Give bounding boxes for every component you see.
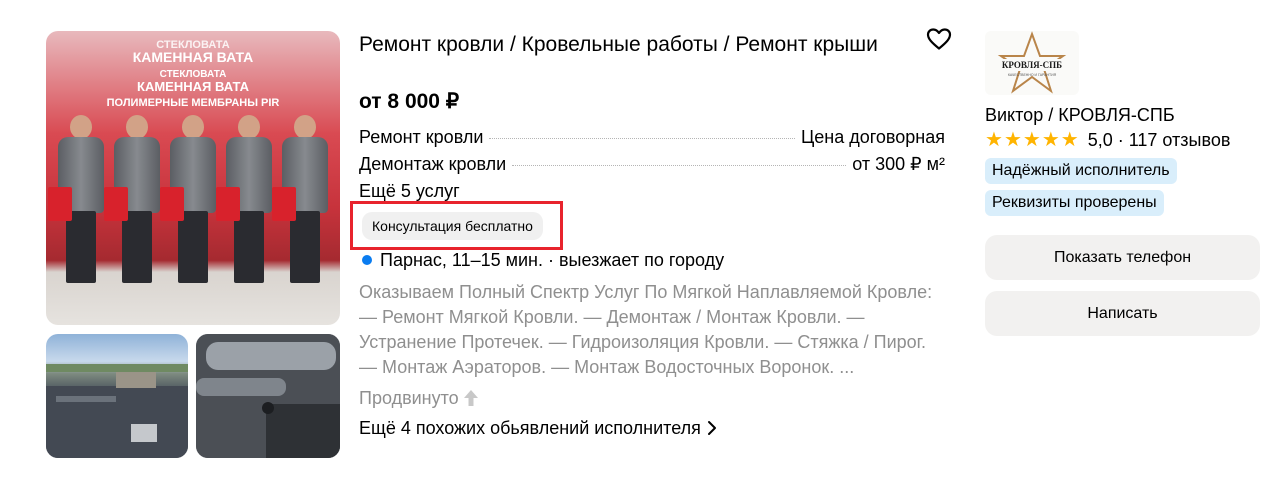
seller-logo[interactable]: КРОВЛЯ-СПБ КАЧЕСТВЕННО И ГАРАНТИЯ xyxy=(985,31,1079,95)
more-services-link[interactable]: Ещё 5 услуг xyxy=(359,179,460,203)
person-figure xyxy=(160,115,216,285)
seller-rating[interactable]: ★ ★ ★ ★ ★ 5,0 · 117 отзывов xyxy=(985,128,1230,152)
reliable-badge: Надёжный исполнитель xyxy=(985,158,1177,184)
star-icon: ★ xyxy=(1003,129,1022,151)
roof-photo-illustration xyxy=(46,364,188,458)
service-price: от 300 ₽ м² xyxy=(852,154,945,174)
thumbnail-photo[interactable] xyxy=(196,334,340,458)
star-icon: ★ xyxy=(985,129,1003,151)
listing-description: Оказываем Полный Спектр Услуг По Мягкой … xyxy=(359,282,933,377)
rating-stars: ★ ★ ★ ★ ★ xyxy=(985,130,1080,150)
write-button[interactable]: Написать xyxy=(985,291,1260,336)
dotted-leader xyxy=(489,138,795,139)
thumbnail-photo[interactable] xyxy=(46,334,188,458)
listing-title[interactable]: Ремонт кровли / Кровельные работы / Ремо… xyxy=(359,31,899,59)
location: Парнас, 11–15 мин. · выезжает по городу xyxy=(362,248,724,272)
service-row: Демонтаж кровли от 300 ₽ м² xyxy=(359,152,945,176)
person-figure xyxy=(272,115,328,285)
heart-icon[interactable] xyxy=(926,27,952,51)
rating-value: 5,0 xyxy=(1087,130,1113,150)
similar-listings-link[interactable]: Ещё 4 похожих обьявлений исполнителя xyxy=(359,416,717,440)
banner-text: КАМЕННАЯ ВАТА xyxy=(137,79,249,94)
dotted-leader xyxy=(512,165,847,166)
service-name: Демонтаж кровли xyxy=(359,154,507,174)
location-dot-icon xyxy=(362,255,372,265)
listing-price: от 8 000 ₽ xyxy=(359,90,460,113)
consultation-badge: Консультация бесплатно xyxy=(362,212,543,240)
show-phone-button[interactable]: Показать телефон xyxy=(985,235,1260,280)
star-icon: ★ xyxy=(1022,129,1041,151)
banner-text: КАМЕННАЯ ВАТА xyxy=(132,49,254,65)
person-figure xyxy=(104,115,160,285)
main-photo[interactable]: СТЕКЛОВАТА КАМЕННАЯ ВАТА СТЕКЛОВАТА КАМЕ… xyxy=(46,31,340,325)
logo-subtext: КАЧЕСТВЕННО И ГАРАНТИЯ xyxy=(1008,73,1057,77)
star-icon: ★ xyxy=(1060,129,1079,151)
reviews-count: · 117 отзывов xyxy=(1117,130,1231,150)
arrow-up-icon xyxy=(463,390,478,406)
banner-text: ПОЛИМЕРНЫЕ МЕМБРАНЫ PIR xyxy=(106,97,280,109)
star-logo-icon: КРОВЛЯ-СПБ КАЧЕСТВЕННО И ГАРАНТИЯ xyxy=(997,31,1067,94)
service-name: Ремонт кровли xyxy=(359,127,484,147)
similar-listings-text: Ещё 4 похожих обьявлений исполнителя xyxy=(359,418,701,438)
service-row: Ремонт кровли Цена договорная xyxy=(359,125,945,149)
verified-badge: Реквизиты проверены xyxy=(985,190,1164,216)
person-figure xyxy=(216,115,272,285)
promoted-text: Продвинуто xyxy=(359,388,459,408)
star-icon: ★ xyxy=(1041,129,1060,151)
seller-name[interactable]: Виктор / КРОВЛЯ-СПБ xyxy=(985,103,1175,127)
logo-text: КРОВЛЯ-СПБ xyxy=(1002,60,1062,70)
promoted-label: Продвинуто xyxy=(359,386,479,410)
service-price: Цена договорная xyxy=(800,127,945,147)
pipes-photo-illustration xyxy=(196,334,340,458)
location-text: Парнас, 11–15 мин. · выезжает по городу xyxy=(380,250,725,270)
chevron-right-icon xyxy=(707,421,716,435)
person-figure xyxy=(48,115,104,285)
